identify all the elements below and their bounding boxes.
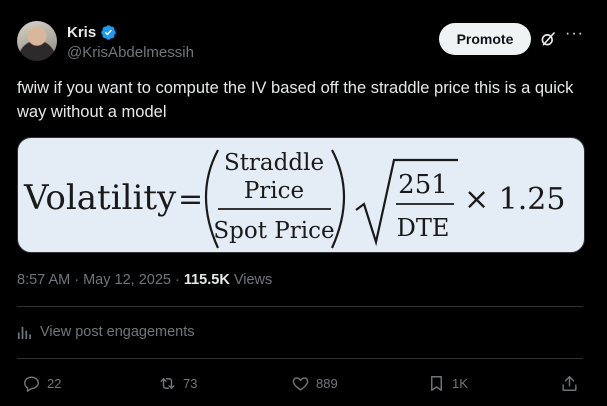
repost-button[interactable]: 73 xyxy=(158,373,197,393)
timestamp[interactable]: 8:57 AM · May 12, 2025 · xyxy=(17,272,184,288)
formula-lhs: Volatility xyxy=(23,178,177,218)
repost-count: 73 xyxy=(183,375,198,391)
avatar[interactable] xyxy=(17,21,57,61)
divider xyxy=(17,358,583,359)
reply-count: 22 xyxy=(47,375,62,391)
reply-icon xyxy=(24,375,39,392)
post-text: fwiw if you want to compute the IV based… xyxy=(17,79,574,121)
views-count: 115.5K xyxy=(183,272,230,288)
author-name-row[interactable]: Kris xyxy=(67,24,117,41)
formula-graphic: Volatility = Straddle Price Spot Price 2… xyxy=(23,149,565,249)
formula-numerator-line1: Straddle xyxy=(224,150,324,176)
like-button[interactable]: 889 xyxy=(291,373,338,393)
engagements-label[interactable]: View post engagements xyxy=(40,324,195,340)
formula-equals: = xyxy=(178,182,203,217)
analytics-icon xyxy=(17,326,31,339)
views-label: Views xyxy=(229,272,273,288)
view-engagements-link[interactable]: View post engagements xyxy=(17,324,195,340)
sqrt-denominator: DTE xyxy=(397,214,450,242)
promote-button[interactable]: Promote xyxy=(439,23,531,55)
more-options-icon[interactable]: ··· xyxy=(565,26,583,46)
bookmark-count: 1K xyxy=(452,375,468,391)
reply-button[interactable]: 22 xyxy=(22,373,61,393)
heart-icon xyxy=(292,376,309,391)
like-count: 889 xyxy=(316,375,338,391)
formula-denominator: Spot Price xyxy=(213,218,334,244)
share-button[interactable] xyxy=(560,373,579,393)
formula-numerator-line2: Price xyxy=(244,178,304,204)
divider xyxy=(17,306,583,307)
repost-icon xyxy=(160,377,175,389)
formula-multiplier: × 1.25 xyxy=(464,182,565,217)
bookmark-button[interactable]: 1K xyxy=(427,373,468,393)
author-handle[interactable]: @KrisAbdelmessih xyxy=(67,44,194,61)
post-meta: 8:57 AM · May 12, 2025 · 115.5K Views xyxy=(17,272,272,288)
verified-badge-icon xyxy=(101,25,116,40)
bookmark-icon xyxy=(431,375,442,391)
formula-image[interactable]: Volatility = Straddle Price Spot Price 2… xyxy=(17,137,585,253)
sqrt-numerator: 251 xyxy=(398,170,448,200)
author-name[interactable]: Kris xyxy=(67,24,96,41)
share-icon xyxy=(562,375,577,391)
grok-icon[interactable] xyxy=(539,30,557,48)
